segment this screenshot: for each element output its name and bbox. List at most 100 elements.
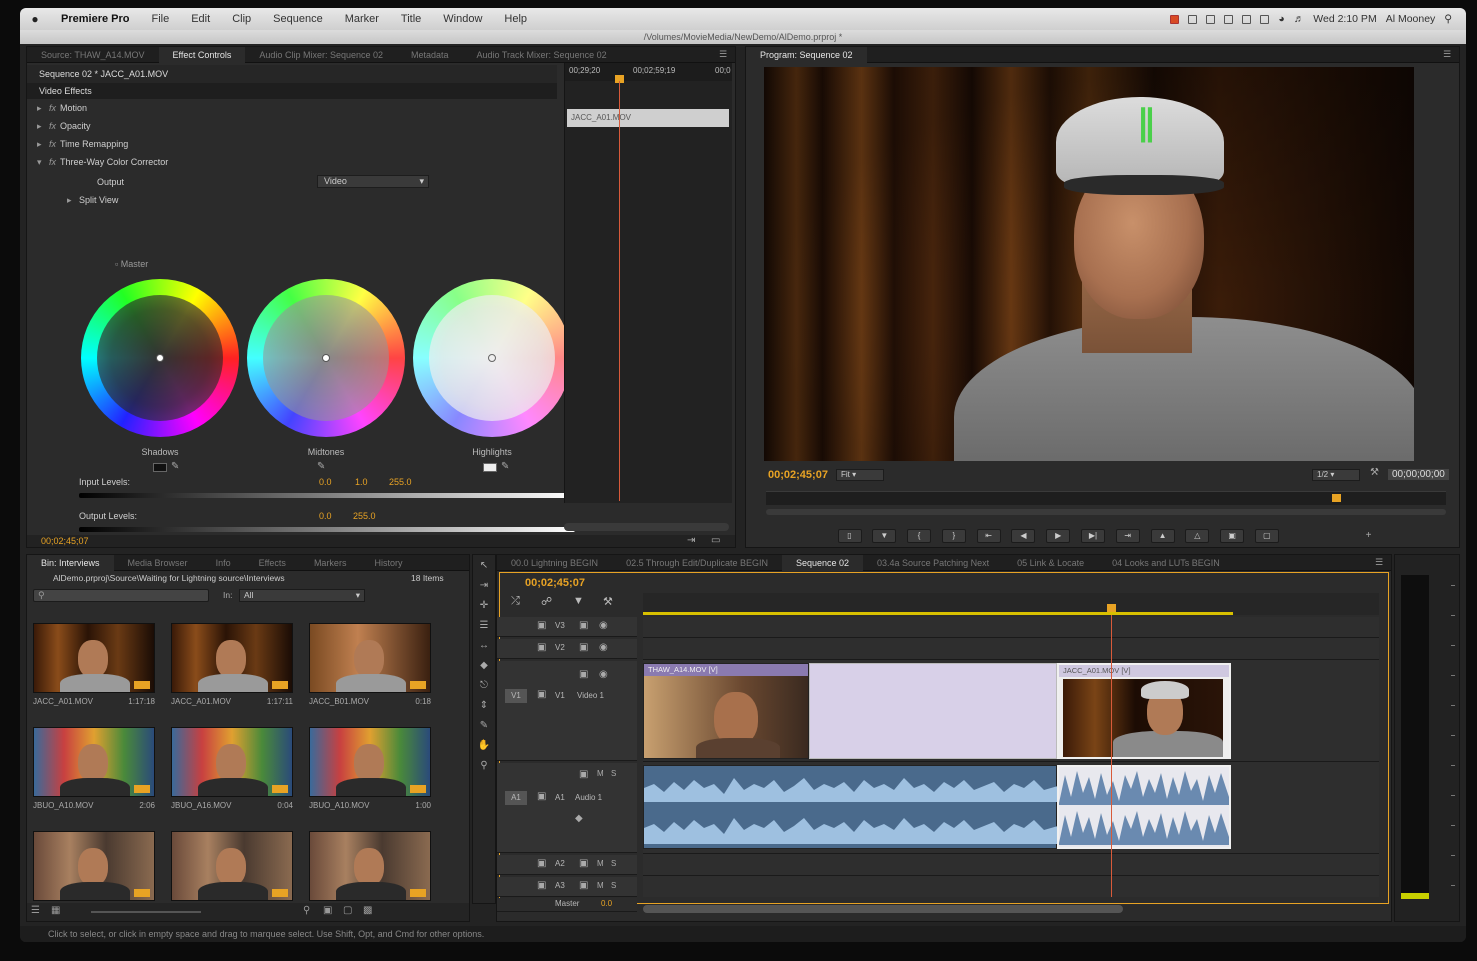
expand-icon[interactable]: ▸ (37, 137, 49, 151)
expand-icon[interactable]: ▸ (37, 119, 49, 133)
lock-icon[interactable]: ▣ (537, 858, 546, 869)
tab-media-browser[interactable]: Media Browser (114, 555, 202, 571)
tab-source[interactable]: Source: THAW_A14.MOV (27, 47, 159, 63)
sync-lock-icon[interactable]: ▣ (579, 620, 588, 631)
new-bin-icon[interactable]: ▣ (323, 905, 332, 916)
solo-button[interactable]: S (611, 881, 616, 890)
master-checkbox[interactable]: ▫ Master (115, 257, 148, 271)
status-icon[interactable] (1260, 14, 1270, 24)
effect-motion[interactable]: ▸ fx Motion (37, 101, 87, 115)
tab-sequence-02[interactable]: Sequence 02 (781, 555, 864, 571)
input-levels-slider[interactable] (79, 493, 575, 498)
menu-help[interactable]: Help (493, 13, 538, 25)
mute-button[interactable]: M (597, 769, 604, 778)
audio-clip-thaw[interactable] (643, 765, 1058, 849)
timeline-timecode[interactable]: 00;02;45;07 (525, 577, 585, 589)
effect-opacity[interactable]: ▸ fx Opacity (37, 119, 91, 133)
tab-sequence[interactable]: 05 Link & Locate (1003, 555, 1098, 571)
program-playhead[interactable] (1332, 494, 1341, 502)
mute-button[interactable]: M (597, 859, 604, 868)
output-levels-slider[interactable] (79, 527, 575, 532)
selection-tool-icon[interactable]: ↖ (475, 557, 493, 575)
user-name[interactable]: Al Mooney (1386, 13, 1436, 25)
input-level-gamma[interactable]: 1.0 (355, 475, 368, 489)
track-lanes[interactable]: THAW_A14.MOV [V] JACC_A01.MOV [V] (643, 615, 1379, 897)
sync-lock-icon[interactable]: ▣ (579, 858, 588, 869)
fx-icon[interactable]: fx (49, 121, 56, 131)
search-icon[interactable]: ⚲ (1444, 13, 1452, 25)
eye-icon[interactable]: ◉ (599, 642, 608, 653)
volume-icon[interactable]: ♬ (1294, 13, 1305, 25)
lock-icon[interactable]: ▣ (537, 620, 546, 631)
tab-sequence[interactable]: 04 Looks and LUTs BEGIN (1098, 555, 1234, 571)
midtones-wheel[interactable] (247, 279, 405, 437)
wifi-icon[interactable]: ◕ (1278, 13, 1284, 25)
ec-zoom-scroll[interactable] (564, 523, 729, 531)
shadows-swatch[interactable] (153, 463, 167, 472)
in-filter-select[interactable]: All ▾ (239, 589, 365, 602)
tab-metadata[interactable]: Metadata (397, 47, 463, 63)
slip-tool-icon[interactable]: ⎋ (475, 677, 493, 695)
clip-thumbnail[interactable] (309, 727, 431, 797)
mute-button[interactable]: M (597, 881, 604, 890)
fx-icon[interactable]: fx (49, 157, 56, 167)
ripple-edit-icon[interactable]: ✛ (475, 597, 493, 615)
play-button[interactable]: ▶ (1046, 529, 1071, 543)
ec-playhead[interactable] (619, 81, 620, 501)
mark-in-button[interactable]: ▼ (872, 529, 897, 543)
status-icon[interactable] (1206, 14, 1216, 24)
menu-app[interactable]: Premiere Pro (50, 13, 140, 25)
timeline-ruler[interactable] (643, 593, 1379, 615)
collapse-icon[interactable]: ▾ (37, 155, 49, 169)
output-level-white[interactable]: 255.0 (353, 509, 376, 523)
trash-icon[interactable]: ▩ (363, 905, 372, 916)
expand-icon[interactable]: ▸ (37, 101, 49, 115)
thumb-zoom-slider[interactable] (91, 911, 201, 913)
lock-icon[interactable]: ▣ (537, 791, 546, 802)
tab-program[interactable]: Program: Sequence 02 (746, 47, 867, 63)
input-level-black[interactable]: 0.0 (319, 475, 332, 489)
pen-tool-icon[interactable]: ✎ (475, 717, 493, 735)
eye-icon[interactable]: ◉ (599, 669, 608, 680)
solo-button[interactable]: S (611, 769, 616, 778)
tab-sequence[interactable]: 00.0 Lightning BEGIN (497, 555, 612, 571)
sync-lock-icon[interactable]: ▣ (579, 880, 588, 891)
menu-window[interactable]: Window (432, 13, 493, 25)
program-video-frame[interactable]: ∥ (764, 67, 1414, 461)
add-marker-icon[interactable]: ▼ (573, 595, 584, 607)
rolling-edit-icon[interactable]: ☰ (475, 617, 493, 635)
shadows-wheel[interactable] (81, 279, 239, 437)
wrench-icon[interactable]: ⚒ (1370, 467, 1379, 478)
timeline-zoom-scroll[interactable] (643, 905, 1123, 913)
clip-thumbnail[interactable] (309, 831, 431, 901)
clip-thumbnail[interactable] (171, 727, 293, 797)
mark-out-bracket-button[interactable]: } (941, 529, 966, 543)
effect-three-way-cc[interactable]: ▾ fx Three-Way Color Corrector (37, 155, 168, 169)
clock[interactable]: Wed 2:10 PM (1313, 13, 1376, 25)
ec-clip-bar[interactable]: JACC_A01.MOV (567, 109, 729, 127)
video-clip-thaw[interactable]: THAW_A14.MOV [V] (643, 663, 809, 759)
audio-clip-jacc[interactable] (1057, 765, 1231, 849)
highlights-wheel-handle[interactable] (488, 354, 496, 362)
clip-thumbnail[interactable] (171, 831, 293, 901)
master-volume[interactable]: 0.0 (601, 899, 612, 908)
resolution-select[interactable]: 1/2 ▾ (1312, 469, 1360, 481)
step-forward-button[interactable]: ▶| (1080, 529, 1105, 543)
selected-gap[interactable] (809, 663, 1057, 759)
comparison-view-button[interactable]: ▢ (1254, 529, 1279, 543)
clip-thumbnail[interactable] (33, 727, 155, 797)
clip-thumbnail[interactable] (171, 623, 293, 693)
go-to-in-button[interactable]: ⇤ (976, 529, 1001, 543)
tab-bin-interviews[interactable]: Bin: Interviews (27, 555, 114, 571)
bin-search-input[interactable]: ⚲ (33, 589, 209, 602)
tab-history[interactable]: History (360, 555, 416, 571)
menu-title[interactable]: Title (390, 13, 432, 25)
snap-icon[interactable]: ⤮ (511, 595, 520, 608)
shadows-wheel-handle[interactable] (156, 354, 164, 362)
add-marker-button[interactable]: ▯ (837, 529, 862, 543)
highlights-wheel[interactable] (413, 279, 571, 437)
zoom-tool-icon[interactable]: ⚲ (475, 757, 493, 775)
input-level-white[interactable]: 255.0 (389, 475, 412, 489)
mark-in-bracket-button[interactable]: { (907, 529, 932, 543)
work-area-bar[interactable] (643, 612, 1233, 615)
